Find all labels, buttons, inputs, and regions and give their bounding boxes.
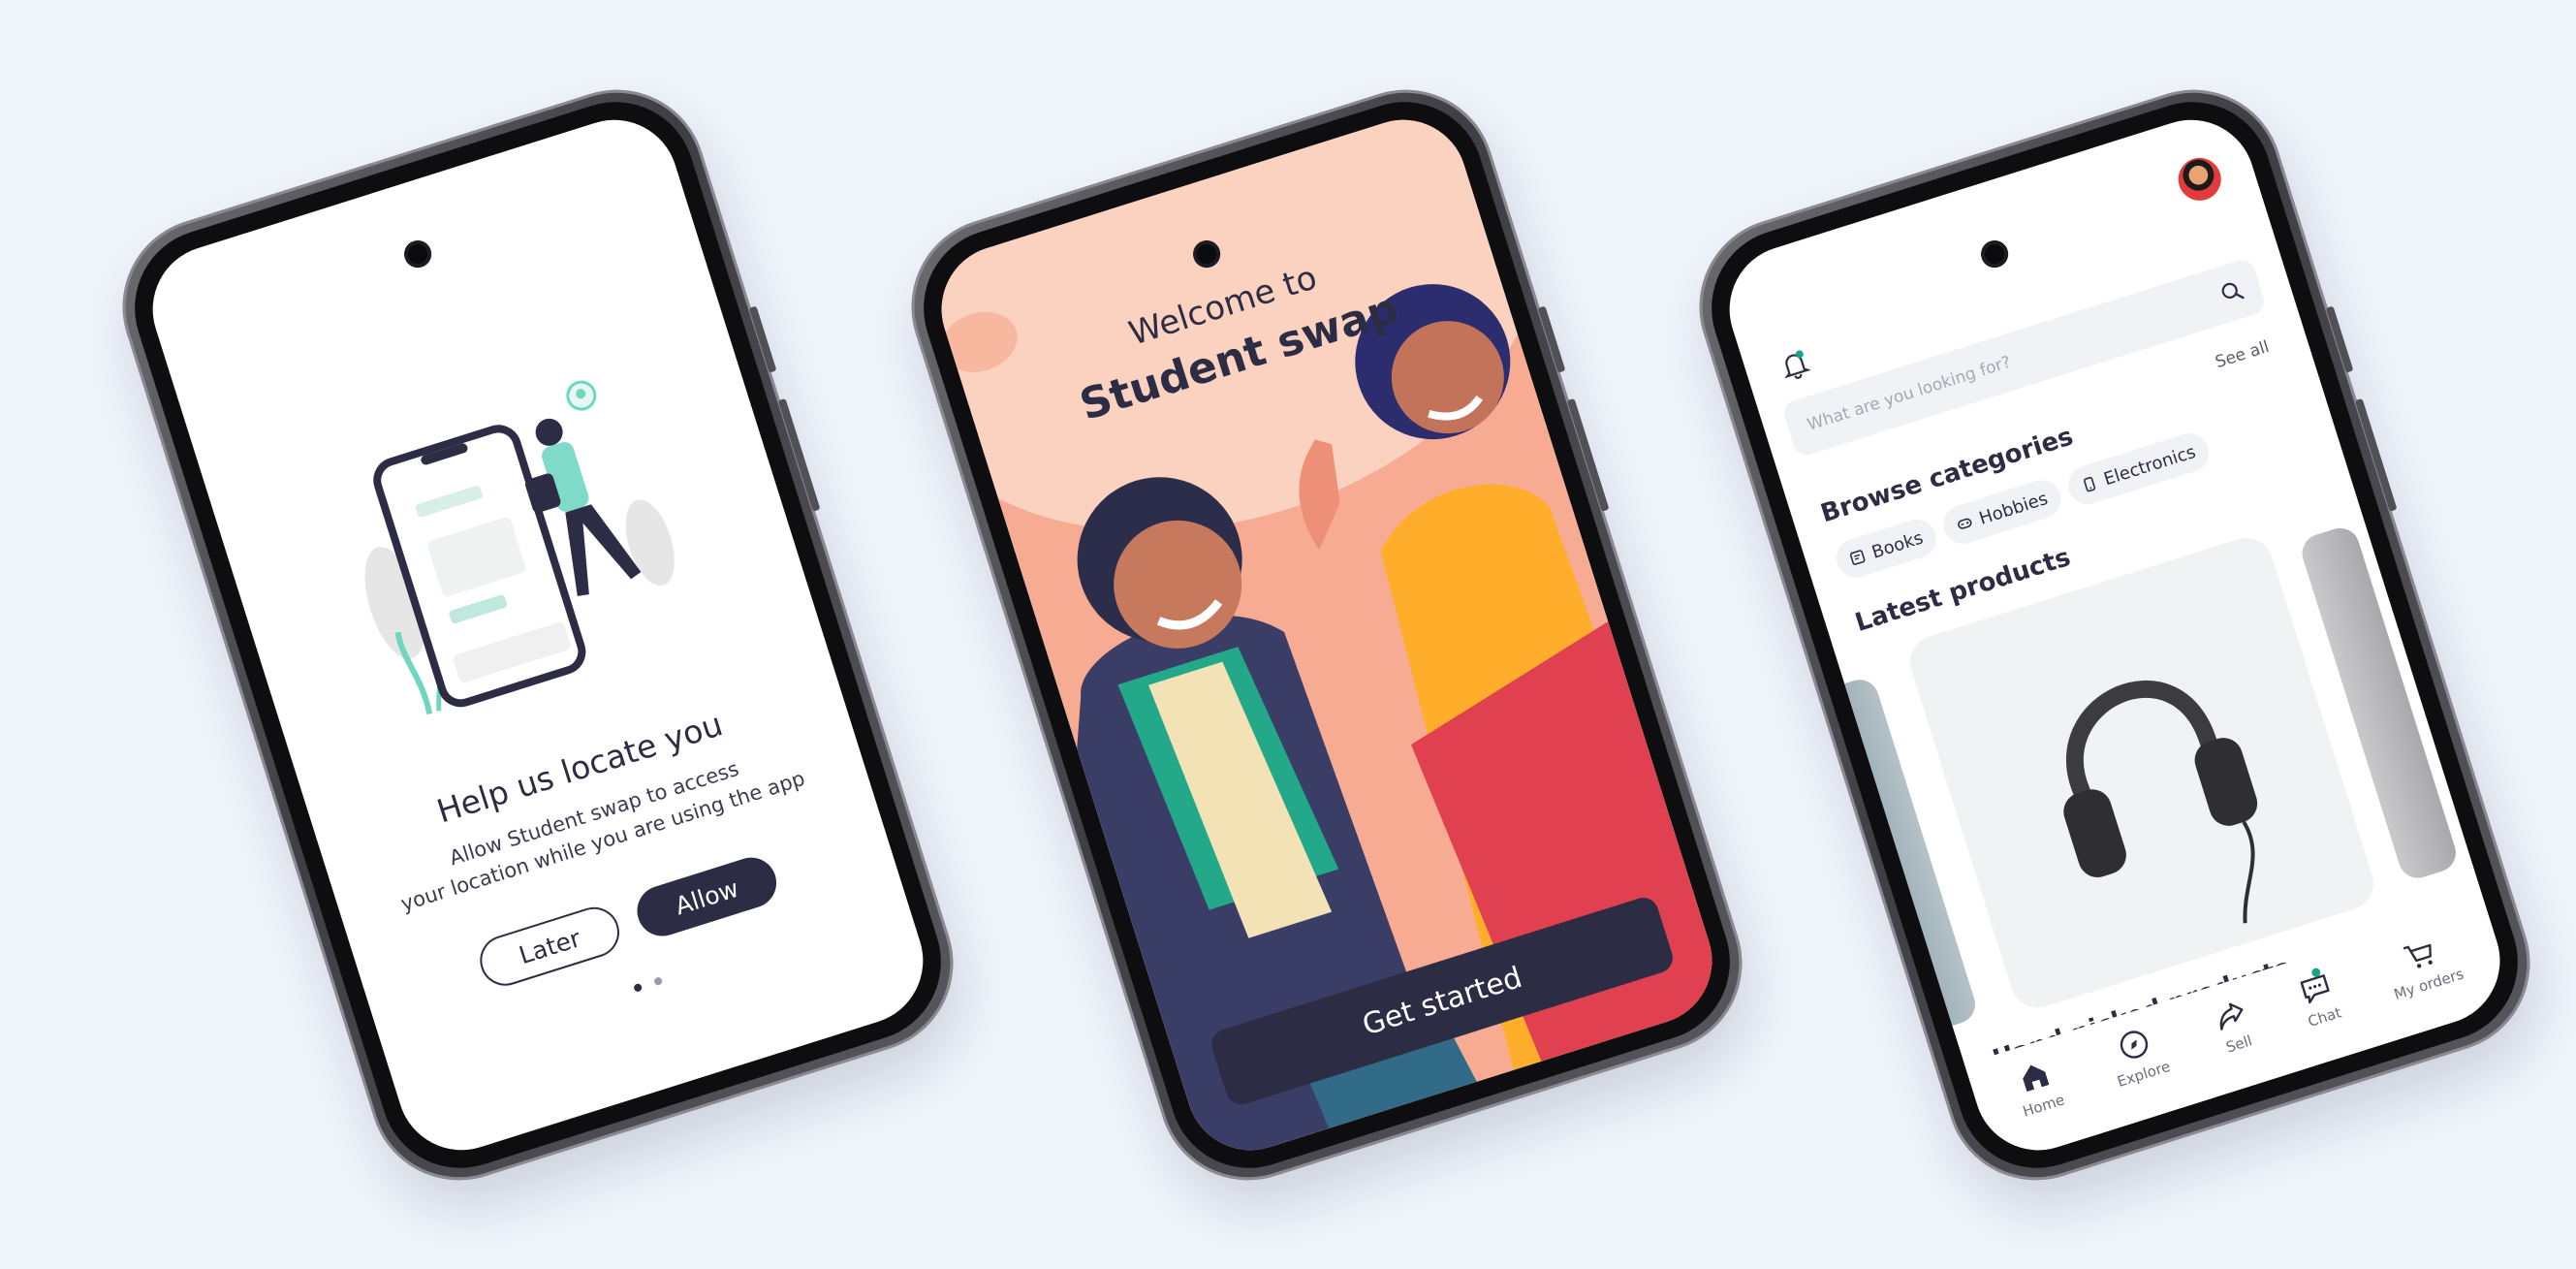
nav-label: Chat	[2306, 1003, 2344, 1031]
category-chip-books[interactable]: Books	[1831, 514, 1941, 583]
location-illustration	[364, 380, 675, 714]
category-label: Electronics	[2101, 441, 2199, 490]
cart-icon	[2403, 943, 2433, 968]
nav-explore[interactable]: Explore	[2103, 1021, 2173, 1091]
category-label: Books	[1869, 526, 1926, 563]
welcome-screen: Welcome to Student swap Get started	[925, 103, 1729, 1167]
nav-label: Sell	[2223, 1031, 2254, 1057]
allow-button[interactable]: Allow	[630, 851, 783, 943]
phone-mockup-home: See all Browse categories Books Hobbies …	[1677, 67, 2553, 1203]
headphones-image	[2063, 681, 2258, 924]
pager-dot-active[interactable]	[633, 982, 644, 993]
gamepad-icon	[1958, 518, 1972, 529]
share-icon	[2219, 1002, 2244, 1031]
home-screen: See all Browse categories Books Hobbies …	[1712, 103, 2517, 1167]
compass-icon	[2120, 1031, 2149, 1059]
home-icon	[2023, 1064, 2050, 1092]
see-all-link[interactable]: See all	[2214, 337, 2272, 372]
nav-my-orders[interactable]: My orders	[2380, 928, 2466, 1003]
front-camera	[400, 237, 435, 271]
later-button[interactable]: Later	[473, 901, 626, 993]
category-label: Hobbies	[1976, 488, 2051, 529]
book-icon	[1849, 550, 1866, 565]
location-permission-screen: Help us locate you Allow Student swap to…	[136, 103, 940, 1167]
pager-dot[interactable]	[653, 976, 664, 987]
nav-label: My orders	[2391, 965, 2466, 1003]
nav-chat[interactable]: Chat	[2294, 967, 2343, 1031]
nav-sell[interactable]: Sell	[2209, 994, 2257, 1058]
category-chip-electronics[interactable]: Electronics	[2063, 428, 2215, 510]
product-card-headphones[interactable]	[1902, 530, 2381, 1015]
notification-bell-icon[interactable]	[1777, 347, 1812, 383]
user-avatar[interactable]	[2173, 152, 2227, 206]
nav-home[interactable]: Home	[2009, 1054, 2067, 1121]
phone-mockup-location: Help us locate you Allow Student swap to…	[100, 67, 976, 1203]
phone-icon	[2084, 476, 2096, 492]
phone-mockup-welcome: Welcome to Student swap Get started	[889, 67, 1765, 1203]
